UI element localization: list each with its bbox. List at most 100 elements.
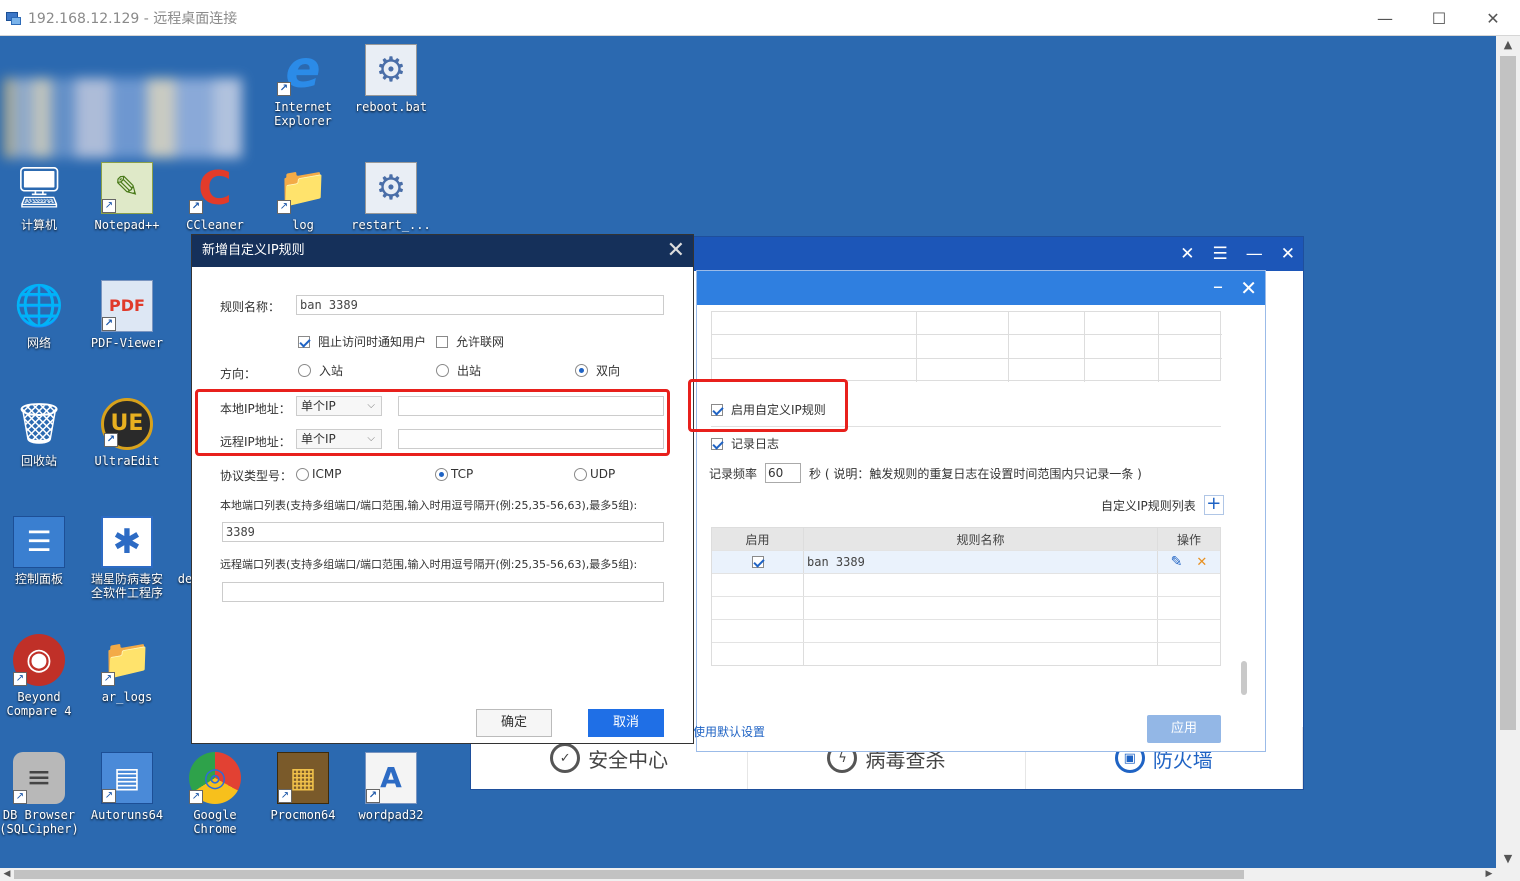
remote-ip-label: 远程IP地址： [220,435,291,449]
network-icon: 🌐 [14,283,64,329]
desktop-icon-network[interactable]: 🌐 网络 [0,280,82,350]
enable-custom-ip-checkbox[interactable] [711,403,723,416]
add-rule-button[interactable]: + [1203,495,1224,515]
chevron-down-icon: ⌵ [367,433,375,444]
desktop-icon-beyond-compare[interactable]: ◉ ↗ Beyond Compare 4 [0,634,82,718]
batch-file-icon: ⚙ [365,162,417,214]
computer-icon: 🖥 [13,165,65,211]
desktop-icon-ultraedit[interactable]: UE ↗ UltraEdit [84,398,170,468]
allow-net-option[interactable]: 允许联网 [436,333,504,350]
notepadpp-icon: ✎ ↗ [101,162,153,214]
scroll-up-icon[interactable]: ▲ [1496,36,1520,54]
radio-icmp[interactable] [296,467,309,481]
edit-icon[interactable]: ✎ [1171,554,1183,570]
log-row[interactable]: 记录日志 [711,435,779,452]
column-rule-name: 规则名称 [804,528,1158,550]
ok-button[interactable]: 确定 [476,709,552,737]
settings-scrollbar[interactable] [1241,311,1247,701]
delete-icon[interactable]: ✕ [1196,555,1207,570]
desktop-icon-rising-antivirus[interactable]: ✱ 瑞星防病毒安 全软件工程序 [84,516,170,600]
desktop-icon-procmon[interactable]: ▦ ↗ Procmon64 [260,752,346,822]
minimize-icon[interactable]: — [1246,244,1263,264]
desktop-icon-control-panel[interactable]: ☰ 控制面板 [0,516,82,586]
log-checkbox[interactable] [711,437,723,450]
desktop-icon-wordpad[interactable]: A ↗ wordpad32 [348,752,434,822]
pdf-viewer-icon: PDF ↗ [101,280,153,332]
scroll-down-icon[interactable]: ▼ [1496,850,1520,868]
horizontal-scrollbar[interactable]: ◀ ▶ [0,868,1496,881]
scrollbar-thumb[interactable] [14,870,1244,879]
desktop-icon-restart[interactable]: ⚙ restart_... [348,162,434,232]
menu-icon[interactable]: ☰ [1213,244,1228,264]
direction-both[interactable]: 双向 [575,362,620,379]
scrollbar-thumb[interactable] [1500,56,1516,730]
rule-name-input[interactable]: ban 3389 [296,295,664,315]
rule-enable-checkbox[interactable] [751,556,764,568]
enable-custom-ip-row[interactable]: 启用自定义IP规则 [711,401,826,418]
desktop-icon-db-browser[interactable]: ≡ ↗ DB Browser (SQLCipher) [0,752,82,836]
block-notify-option[interactable]: 阻止访问时通知用户 [298,333,426,350]
local-ports-input[interactable]: 3389 [222,522,664,542]
protocol-tcp-label: TCP [451,467,474,481]
close-icon[interactable]: ✕ [667,235,685,267]
remote-ports-input[interactable] [222,582,664,602]
close-icon[interactable]: ✕ [1240,276,1257,300]
desktop-icon-log[interactable]: 📁 ↗ log [260,162,346,232]
close-button[interactable]: ✕ [1466,0,1520,36]
desktop-icon-notepadpp[interactable]: ✎ ↗ Notepad++ [84,162,170,232]
maximize-button[interactable]: ☐ [1412,0,1466,36]
desktop-icon-label: wordpad32 [358,808,424,822]
minimize-button[interactable]: — [1358,0,1412,36]
chevron-down-icon: ⌵ [367,400,375,411]
desktop-icon-reboot-bat[interactable]: ⚙ reboot.bat [348,44,434,114]
scrollbar-thumb[interactable] [1241,661,1247,695]
direction-outbound[interactable]: 出站 [436,362,481,379]
apply-button[interactable]: 应用 [1147,715,1221,743]
minimize-icon[interactable]: – [1213,274,1223,298]
frequency-input[interactable]: 60 [765,463,802,483]
internet-explorer-icon: e ↗ [277,44,329,96]
desktop-icon-pdf-viewer[interactable]: PDF ↗ PDF-Viewer [84,280,170,350]
protocol-udp[interactable]: UDP [574,467,615,481]
radio-outbound[interactable] [436,364,449,377]
protocol-icmp[interactable]: ICMP [296,467,342,481]
remote-ip-mode-select[interactable]: 单个IP ⌵ [296,429,382,449]
folder-icon: 📁 ↗ [277,165,328,214]
log-label: 记录日志 [731,437,780,451]
desktop-icon-label: CCleaner [186,218,244,232]
protocol-udp-label: UDP [590,467,616,481]
desktop-icon-label: Autoruns64 [90,808,164,822]
desktop-icon-ar-logs[interactable]: 📁 ↗ ar_logs [84,634,170,704]
allow-net-checkbox[interactable] [436,335,448,348]
enable-custom-ip-label: 启用自定义IP规则 [731,403,826,417]
restore-default-link[interactable]: 使用默认设置 [693,723,765,740]
block-notify-checkbox[interactable] [298,335,310,348]
radio-tcp[interactable] [435,467,448,481]
chrome-icon: ◎ ↗ [189,752,241,804]
direction-inbound[interactable]: 入站 [298,362,343,379]
local-ip-input[interactable] [398,396,664,416]
protocol-tcp[interactable]: TCP [435,467,473,481]
desktop-icon-recycle-bin[interactable]: 🗑 回收站 [0,398,82,468]
desktop-icon-ccleaner[interactable]: C ↗ CCleaner [172,162,258,232]
remote-ip-input[interactable] [398,429,664,449]
local-ip-mode-select[interactable]: 单个IP ⌵ [296,396,382,416]
table-row[interactable]: ban 3389 ✎ ✕ [712,550,1220,573]
desktop-icon-chrome[interactable]: ◎ ↗ Google Chrome [172,752,258,836]
tools-icon[interactable]: ✕ [1180,244,1194,264]
radio-udp[interactable] [574,467,587,481]
direction-label: 方向： [220,367,257,381]
scroll-right-icon[interactable]: ▶ [1482,868,1496,881]
scroll-left-icon[interactable]: ◀ [0,868,14,881]
close-icon[interactable]: ✕ [1281,244,1295,264]
radio-inbound[interactable] [298,364,311,377]
desktop-icon-label: Internet Explorer [274,100,332,128]
radio-both[interactable] [575,364,588,377]
desktop-icon-label: Google Chrome [193,808,237,836]
desktop-icon-computer[interactable]: 🖥 计算机 [0,162,82,232]
vertical-scrollbar[interactable]: ▲ ▼ [1496,36,1520,868]
cancel-button[interactable]: 取消 [588,709,664,737]
desktop-icon-autoruns[interactable]: ▤ ↗ Autoruns64 [84,752,170,822]
desktop-icon-ie[interactable]: e ↗ Internet Explorer [260,44,346,128]
desktop-icon-label: PDF-Viewer [90,336,164,350]
